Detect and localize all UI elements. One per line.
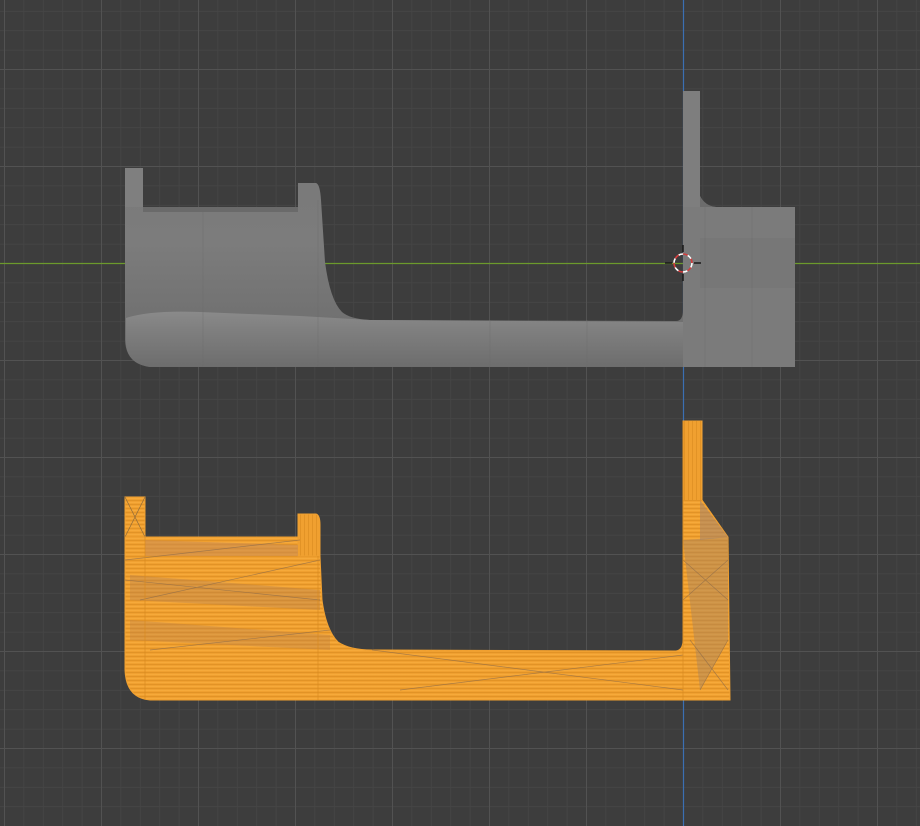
3d-viewport[interactable] <box>0 0 920 826</box>
wireframe-object[interactable] <box>124 420 731 701</box>
grid-major-lines <box>0 0 920 826</box>
grid-minor-lines <box>0 0 920 826</box>
solid-shaded-object[interactable] <box>125 91 795 367</box>
